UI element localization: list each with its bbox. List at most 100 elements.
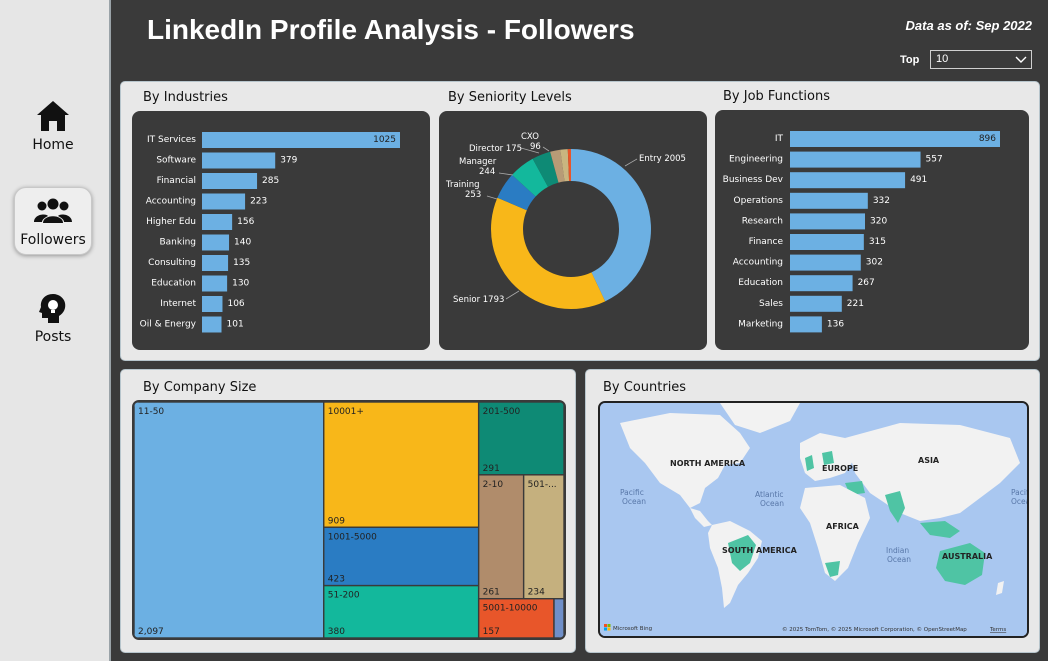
- nav-followers-label: Followers: [20, 232, 86, 248]
- top-n-label: Top: [900, 54, 920, 66]
- top-panel: By Industries By Seniority Levels By Job…: [120, 81, 1040, 361]
- germany-highlight: [822, 451, 834, 465]
- bar-value-label: 285: [262, 176, 279, 186]
- bar-category-label: Research: [742, 216, 783, 226]
- top-n-value: 10: [936, 53, 949, 65]
- bar-value-label: 315: [869, 237, 886, 247]
- treemap-tile[interactable]: [477, 474, 525, 600]
- donut-label: Senior 1793: [453, 295, 504, 305]
- top-n-dropdown[interactable]: 10: [930, 50, 1032, 69]
- treemap-tile[interactable]: [134, 402, 325, 638]
- nav-home-label: Home: [32, 137, 74, 153]
- bar-category-label: IT Services: [147, 135, 196, 145]
- treemap-tile-name: 1001-5000: [328, 532, 377, 542]
- countries-map[interactable]: NORTH AMERICA EUROPE ASIA AFRICA SOUTH A…: [598, 401, 1029, 638]
- donut-label: 253: [465, 190, 481, 200]
- bar[interactable]: [202, 275, 228, 292]
- sidebar: Home Followers Posts: [0, 0, 111, 661]
- treemap-tile[interactable]: [522, 474, 564, 600]
- bar-category-label: Financial: [157, 176, 196, 186]
- bar[interactable]: [790, 316, 822, 333]
- bar-category-label: Business Dev: [723, 175, 784, 185]
- industries-bar-chart: IT Services 1025 Software 379 Financial 285 Ac…: [140, 132, 400, 333]
- seniority-card: Entry 2005 Senior 1793 Training 253 Manager 2…: [439, 111, 707, 350]
- map-terms-link[interactable]: Terms: [989, 627, 1006, 633]
- treemap-tile-name: 2-10: [483, 480, 504, 490]
- bar[interactable]: [202, 193, 246, 210]
- treemap-tile-value: 2,097: [138, 627, 164, 637]
- data-as-of-label: Data as of: Sep 2022: [905, 18, 1032, 33]
- countries-title: By Countries: [603, 380, 687, 395]
- nav-home-button[interactable]: Home: [14, 92, 92, 160]
- donut-label: Director 175: [469, 144, 522, 154]
- bar[interactable]: [202, 316, 222, 333]
- bar-category-label: Internet: [160, 299, 196, 309]
- bar[interactable]: [790, 151, 921, 168]
- bar[interactable]: [202, 234, 230, 251]
- bar-category-label: Higher Edu: [146, 217, 196, 227]
- donut-leader-line: [542, 146, 550, 152]
- bar-category-label: Sales: [759, 299, 783, 309]
- treemap-tile-value: 909: [328, 516, 345, 526]
- industries-card: IT Services 1025 Software 379 Financial 285 Ac…: [132, 111, 430, 350]
- donut-label: 244: [479, 167, 495, 177]
- bar-category-label: Accounting: [146, 197, 196, 207]
- bar[interactable]: [202, 173, 258, 189]
- map-attribution: © 2025 TomTom, © 2025 Microsoft Corporat…: [782, 626, 967, 633]
- idea-head-icon: [33, 291, 73, 325]
- people-icon: [33, 194, 73, 228]
- bar[interactable]: [202, 214, 233, 230]
- donut-label: 96: [530, 142, 541, 152]
- treemap-tile-name: 201-500: [483, 407, 521, 417]
- bar[interactable]: [202, 255, 229, 271]
- map-label-pacific-ocean: Ocean: [622, 497, 646, 506]
- bar[interactable]: [790, 234, 864, 250]
- world-map: NORTH AMERICA EUROPE ASIA AFRICA SOUTH A…: [600, 403, 1027, 636]
- bar[interactable]: [790, 172, 906, 189]
- treemap-tile-value: 157: [483, 627, 500, 637]
- map-brand: Microsoft Bing: [613, 626, 652, 632]
- bar[interactable]: [790, 131, 1000, 147]
- bar-value-label: 1025: [373, 135, 396, 145]
- bar-value-label: 302: [866, 258, 883, 268]
- treemap-tile-name: 5001-10000: [483, 604, 538, 614]
- map-label-australia: AUSTRALIA: [942, 552, 993, 561]
- map-label-indian-ocean: Ocean: [887, 555, 911, 564]
- bar-value-label: 106: [227, 299, 244, 309]
- bar-category-label: Oil & Energy: [140, 320, 197, 330]
- bar[interactable]: [790, 295, 842, 312]
- nav-followers-button[interactable]: Followers: [14, 187, 92, 255]
- treemap-tile-small[interactable]: [553, 598, 564, 638]
- bar[interactable]: [790, 213, 865, 230]
- bar-value-label: 491: [910, 175, 927, 185]
- donut-leader-line: [498, 172, 514, 176]
- industries-title: By Industries: [143, 90, 228, 105]
- bar[interactable]: [202, 152, 276, 169]
- bar[interactable]: [202, 132, 400, 148]
- bar-value-label: 140: [234, 238, 251, 248]
- bar-category-label: Education: [738, 278, 783, 288]
- donut-label: CXO: [521, 132, 539, 142]
- treemap-tile[interactable]: [323, 402, 480, 529]
- bar[interactable]: [790, 254, 861, 271]
- job-functions-title: By Job Functions: [723, 89, 830, 104]
- job-functions-card: IT 896 Engineering 557 Business Dev 491 Operat…: [715, 110, 1029, 350]
- bar-value-label: 320: [870, 216, 887, 226]
- bar-category-label: Banking: [159, 238, 196, 248]
- countries-panel: By Countries NORTH AMERICA EUROPE ASIA A…: [585, 369, 1040, 653]
- bar-value-label: 557: [926, 155, 943, 165]
- company-size-treemap: 11-50 2,097 10001+ 909 1001-5000 423 51-200 380…: [132, 400, 566, 640]
- bar[interactable]: [202, 296, 223, 312]
- map-label-north-america: NORTH AMERICA: [670, 459, 746, 468]
- treemap-tile-value: 261: [483, 588, 500, 598]
- bar[interactable]: [790, 275, 853, 292]
- donut-label: Training: [445, 180, 480, 190]
- donut-slice[interactable]: [491, 197, 606, 309]
- bar-value-label: 332: [873, 196, 890, 206]
- bar[interactable]: [790, 192, 868, 209]
- nav-posts-button[interactable]: Posts: [14, 284, 92, 352]
- bar-value-label: 136: [827, 319, 844, 329]
- bar-category-label: Consulting: [148, 258, 196, 268]
- map-label-europe: EUROPE: [822, 464, 858, 473]
- bar-category-label: Engineering: [729, 155, 783, 165]
